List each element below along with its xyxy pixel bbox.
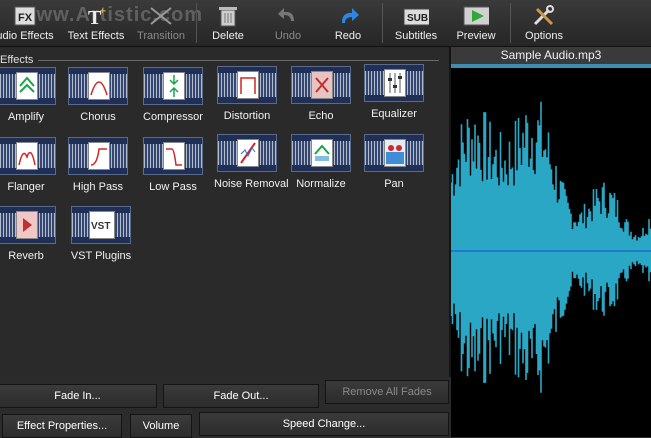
svg-text:SUB: SUB bbox=[407, 13, 428, 24]
group-divider bbox=[38, 60, 439, 61]
equalizer-icon bbox=[364, 64, 424, 102]
fade-out-button[interactable]: Fade Out... bbox=[163, 384, 319, 408]
remove-all-fades-button[interactable]: Remove All Fades bbox=[325, 380, 449, 404]
effect-high-pass[interactable]: High Pass bbox=[65, 137, 131, 203]
svg-text:VST: VST bbox=[91, 221, 110, 232]
options-button[interactable]: Options bbox=[516, 0, 572, 46]
effect-equalizer[interactable]: Equalizer bbox=[361, 64, 427, 130]
text-t-icon: T + bbox=[83, 4, 109, 28]
text-effects-button[interactable]: T + Text Effects bbox=[62, 0, 130, 46]
effect-compressor[interactable]: Compressor bbox=[140, 67, 206, 133]
audio-waveform[interactable] bbox=[451, 68, 651, 437]
pan-icon bbox=[364, 134, 424, 172]
waveform-path bbox=[451, 101, 651, 393]
tools-icon bbox=[531, 4, 557, 28]
svg-text:+: + bbox=[100, 6, 105, 16]
echo-icon bbox=[291, 66, 351, 104]
undo-icon bbox=[275, 4, 301, 28]
sub-icon: SUB bbox=[403, 4, 429, 28]
flanger-icon bbox=[0, 137, 56, 175]
transition-button[interactable]: Transition bbox=[132, 0, 190, 46]
play-icon bbox=[463, 4, 489, 28]
low-pass-icon bbox=[143, 137, 203, 175]
toolbar-separator bbox=[196, 3, 197, 43]
volume-button[interactable]: Volume bbox=[130, 414, 192, 438]
effect-distortion[interactable]: Distortion bbox=[214, 66, 280, 132]
subtitles-button[interactable]: SUB Subtitles bbox=[388, 0, 444, 46]
toolbar-separator bbox=[510, 3, 511, 43]
effect-echo[interactable]: Echo bbox=[288, 66, 354, 132]
trash-icon bbox=[215, 4, 241, 28]
undo-button[interactable]: Undo bbox=[262, 0, 314, 46]
fade-in-button[interactable]: Fade In... bbox=[0, 384, 157, 408]
effect-normalize[interactable]: Normalize bbox=[288, 134, 354, 200]
normalize-icon bbox=[291, 134, 351, 172]
effect-low-pass[interactable]: Low Pass bbox=[140, 137, 206, 203]
redo-button[interactable]: Redo bbox=[322, 0, 374, 46]
toolbar-separator bbox=[382, 3, 383, 43]
effect-amplify[interactable]: Amplify bbox=[0, 67, 59, 133]
high-pass-icon bbox=[68, 137, 128, 175]
effect-reverb[interactable]: Reverb bbox=[0, 206, 59, 272]
effect-flanger[interactable]: Flanger bbox=[0, 137, 59, 203]
audio-effects-button[interactable]: FX udio Effects bbox=[0, 0, 56, 46]
chorus-icon bbox=[68, 67, 128, 105]
toolbar: www.Artistic.com FX udio Effects T + Text… bbox=[0, 0, 651, 47]
noise-removal-icon bbox=[217, 134, 277, 172]
redo-icon bbox=[335, 4, 361, 28]
delete-button[interactable]: Delete bbox=[200, 0, 256, 46]
effect-chorus[interactable]: Chorus bbox=[65, 67, 131, 133]
effect-pan[interactable]: Pan bbox=[361, 134, 427, 200]
compressor-icon bbox=[143, 67, 203, 105]
effect-properties-button[interactable]: Effect Properties... bbox=[2, 414, 122, 438]
fx-icon: FX bbox=[12, 4, 38, 28]
effect-vst-plugins[interactable]: VST VST Plugins bbox=[68, 206, 134, 272]
transition-icon bbox=[148, 4, 174, 28]
svg-text:FX: FX bbox=[18, 12, 33, 24]
speed-change-button[interactable]: Speed Change... bbox=[199, 412, 449, 436]
amplify-icon bbox=[0, 67, 56, 105]
reverb-icon bbox=[0, 206, 56, 244]
effect-noise-removal[interactable]: Noise Removal bbox=[214, 134, 289, 200]
preview-button[interactable]: Preview bbox=[448, 0, 504, 46]
audio-panel: Sample Audio.mp3 bbox=[451, 47, 651, 437]
vst-plugins-icon: VST bbox=[71, 206, 131, 244]
audio-file-title: Sample Audio.mp3 bbox=[451, 47, 651, 64]
effects-group-label: Effects bbox=[0, 54, 38, 66]
distortion-icon bbox=[217, 66, 277, 104]
